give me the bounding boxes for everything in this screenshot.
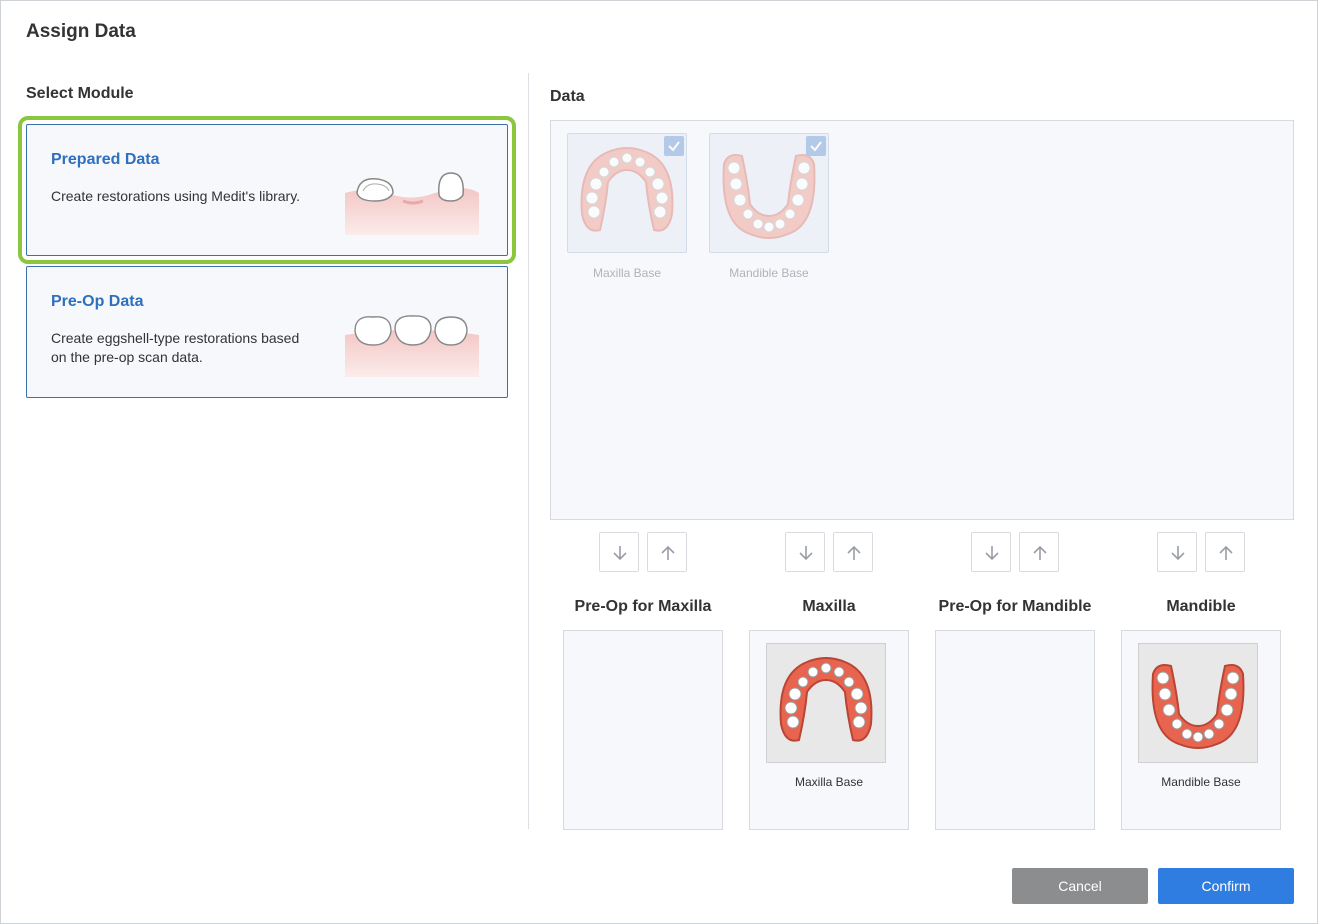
arrow-up-icon — [1219, 545, 1233, 560]
arrow-down-icon — [1171, 546, 1185, 561]
data-label: Data — [550, 88, 585, 105]
arrow-up-icon — [847, 545, 861, 560]
move-up-button-preop-mandible[interactable] — [1019, 532, 1059, 572]
prepared-teeth-icon — [345, 172, 479, 235]
slot-title-preop-maxilla: Pre-Op for Maxilla — [574, 598, 712, 615]
move-up-button-mandible[interactable] — [1205, 532, 1245, 572]
module-description: Create eggshell-type restorations based … — [51, 330, 300, 365]
move-down-button-preop-maxilla[interactable] — [599, 532, 639, 572]
data-pool: Maxilla Base Mandible Base — [550, 120, 1294, 520]
slot-title-mandible: Mandible — [1166, 598, 1236, 615]
slot-maxilla[interactable]: Maxilla Base — [749, 630, 909, 830]
data-item-label: Mandible Base — [729, 266, 809, 280]
arrow-down-icon — [799, 546, 813, 561]
move-down-button-mandible[interactable] — [1157, 532, 1197, 572]
panel-divider — [528, 73, 529, 829]
module-description: Create restorations using Medit's librar… — [51, 188, 301, 204]
slot-item-label: Mandible Base — [1161, 775, 1241, 789]
arrow-down-icon — [613, 546, 627, 561]
move-up-button-maxilla[interactable] — [833, 532, 873, 572]
arrow-down-icon — [985, 546, 999, 561]
move-up-button-preop-maxilla[interactable] — [647, 532, 687, 572]
preop-teeth-icon — [345, 315, 479, 377]
confirm-button[interactable]: Confirm — [1158, 868, 1294, 904]
slot-title-preop-mandible: Pre-Op for Mandible — [938, 598, 1092, 615]
select-module-label: Select Module — [26, 85, 134, 102]
module-title: Pre-Op Data — [51, 293, 144, 310]
dialog-title: Assign Data — [26, 21, 136, 42]
module-title: Prepared Data — [51, 151, 160, 168]
mandible-arch-icon — [1151, 664, 1245, 749]
cancel-button[interactable]: Cancel — [1012, 868, 1148, 904]
module-card-prepared-data[interactable]: Prepared Data Create restorations using … — [18, 116, 516, 264]
arrow-up-icon — [661, 545, 675, 560]
data-item-mandible-base[interactable] — [709, 133, 829, 253]
assign-data-dialog: Assign Data Select Module Prepared Data … — [0, 0, 1318, 924]
slot-item-label: Maxilla Base — [794, 775, 864, 789]
slot-title-maxilla: Maxilla — [802, 598, 856, 615]
slot-preop-maxilla[interactable] — [563, 630, 723, 830]
slot-mandible[interactable]: Mandible Base — [1121, 630, 1281, 830]
maxilla-arch-icon — [779, 657, 873, 742]
assigned-maxilla-thumb[interactable] — [766, 643, 886, 763]
check-icon — [668, 141, 680, 152]
arrow-up-icon — [1033, 545, 1047, 560]
move-down-button-maxilla[interactable] — [785, 532, 825, 572]
data-item-label: Maxilla Base — [592, 266, 662, 280]
check-icon — [810, 141, 822, 152]
data-item-maxilla-base[interactable] — [567, 133, 687, 253]
move-down-button-preop-mandible[interactable] — [971, 532, 1011, 572]
checkbox-checked[interactable] — [806, 136, 826, 156]
slot-preop-mandible[interactable] — [935, 630, 1095, 830]
module-card-preop-data[interactable]: Pre-Op Data Create eggshell-type restora… — [26, 266, 508, 398]
checkbox-checked[interactable] — [664, 136, 684, 156]
assigned-mandible-thumb[interactable] — [1138, 643, 1258, 763]
